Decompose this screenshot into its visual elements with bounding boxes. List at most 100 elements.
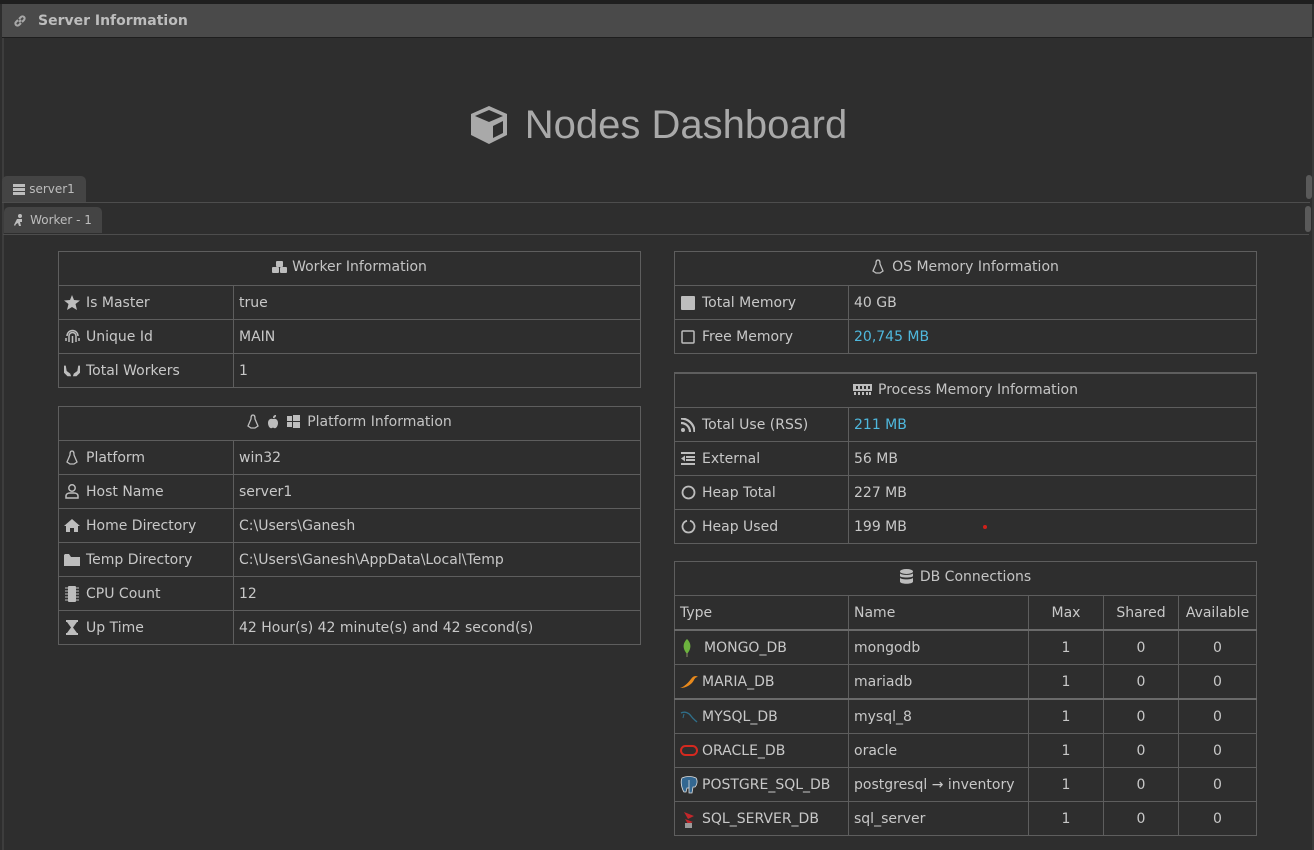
table-row: CPU Count 12 [58,576,641,611]
home-icon [64,518,80,534]
table-row: SQL_SERVER_DB sql_server 1 0 0 [674,801,1257,836]
db-shared: 0 [1103,733,1179,768]
cube-icon [467,103,511,147]
db-type: MONGO_DB [704,639,787,656]
empty-square-icon [680,329,696,345]
db-name: sql_server [848,801,1029,836]
db-connections-table: DB Connections Type Name Max Shared Avai… [674,561,1257,836]
db-max: 1 [1028,698,1104,734]
row-label: Is Master [86,294,150,311]
scrollbar-server[interactable] [1306,175,1312,199]
filled-square-icon [680,295,696,311]
db-available: 0 [1178,664,1257,700]
apple-icon [267,414,282,429]
row-label: CPU Count [86,585,161,602]
mysql-dolphin-icon [680,709,698,725]
table-row: External 56 MB [674,441,1257,476]
db-max: 1 [1028,733,1104,768]
row-label: Unique Id [86,328,153,345]
cpu-icon [64,585,80,602]
table-row: Heap Total 227 MB [674,475,1257,510]
db-available: 0 [1178,733,1257,768]
db-name: oracle [848,733,1029,768]
row-value: C:\Users\Ganesh [233,508,641,543]
db-type: ORACLE_DB [702,742,786,759]
row-value: 42 Hour(s) 42 minute(s) and 42 second(s) [233,610,641,645]
table-row: Unique Id MAIN [58,319,641,354]
linux-icon [64,450,80,466]
db-type: SQL_SERVER_DB [702,810,819,827]
db-shared: 0 [1103,801,1179,836]
cubes-icon [272,260,288,275]
db-name: mongodb [848,629,1029,665]
mariadb-seal-icon [680,674,698,690]
db-shared: 0 [1103,698,1179,734]
worker-icon [14,214,26,226]
column-header-shared: Shared [1103,595,1179,631]
column-header-row: Type Name Max Shared Available [674,595,1257,631]
tab-worker-1[interactable]: Worker - 1 [4,207,102,233]
table-row: MYSQL_DB mysql_8 1 0 0 [674,698,1257,734]
os-memory-title: OS Memory Information [892,258,1059,275]
column-header-type: Type [674,595,849,631]
row-label: Free Memory [702,328,794,345]
star-icon [64,295,80,311]
row-value: 40 GB [848,285,1257,320]
user-icon [64,484,80,500]
process-memory-table: Process Memory Information Total Use (RS… [674,372,1257,544]
table-row: MONGO_DB mongodb 1 0 0 [674,629,1257,665]
row-value: 227 MB [848,475,1257,510]
row-value: server1 [233,474,641,509]
row-value: 1 [233,353,641,388]
db-shared: 0 [1103,629,1179,665]
rss-icon [680,417,696,433]
row-label: Host Name [86,483,164,500]
db-shared: 0 [1103,767,1179,802]
db-available: 0 [1178,698,1257,734]
table-row: POSTGRE_SQL_DB postgresql → inventory 1 … [674,767,1257,802]
tab-label: server1 [29,182,75,196]
row-value: 56 MB [848,441,1257,476]
row-label: External [702,450,761,467]
worker-info-table: Worker Information Is Master true Unique… [58,251,641,388]
table-row: Up Time 42 Hour(s) 42 minute(s) and 42 s… [58,610,641,645]
row-value: 12 [233,576,641,611]
fingerprint-icon [64,329,80,345]
tab-server1[interactable]: server1 [2,176,86,202]
oracle-ring-icon [680,743,698,759]
db-available: 0 [1178,767,1257,802]
row-label: Up Time [86,619,144,636]
row-label: Total Workers [86,362,180,379]
table-row: Heap Used 199 MB [674,509,1257,544]
table-row: Home Directory C:\Users\Ganesh [58,508,641,543]
table-row: Temp Directory C:\Users\Ganesh\AppData\L… [58,542,641,577]
outdent-icon [680,451,696,467]
status-dot [983,525,987,529]
left-border [2,38,4,850]
row-label: Platform [86,449,146,466]
platform-info-header: Platform Information [58,406,641,441]
process-memory-header: Process Memory Information [674,372,1257,408]
mongodb-leaf-icon [680,638,694,657]
db-name: mysql_8 [848,698,1029,734]
row-value: MAIN [233,319,641,354]
table-row: Total Use (RSS) 211 MB [674,407,1257,442]
row-label: Total Use (RSS) [702,416,809,433]
worker-tabbar: Worker - 1 [3,207,1309,235]
scrollbar-worker[interactable] [1305,206,1311,232]
db-max: 1 [1028,629,1104,665]
dashboard-title: Nodes Dashboard [524,102,848,147]
hands-icon [64,363,80,379]
db-available: 0 [1178,801,1257,836]
column-header-max: Max [1028,595,1104,631]
platform-info-table: Platform Information Platform win32 Host… [58,406,641,645]
dashboard-heading: Nodes Dashboard [0,95,1314,155]
row-value: C:\Users\Ganesh\AppData\Local\Temp [233,542,641,577]
table-row: MARIA_DB mariadb 1 0 0 [674,664,1257,700]
row-label: Heap Total [702,484,776,501]
panel-title: Server Information [38,12,188,29]
table-row: ORACLE_DB oracle 1 0 0 [674,733,1257,768]
postgresql-elephant-icon [680,775,698,793]
row-value: 211 MB [848,407,1257,442]
row-value: 20,745 MB [848,319,1257,354]
